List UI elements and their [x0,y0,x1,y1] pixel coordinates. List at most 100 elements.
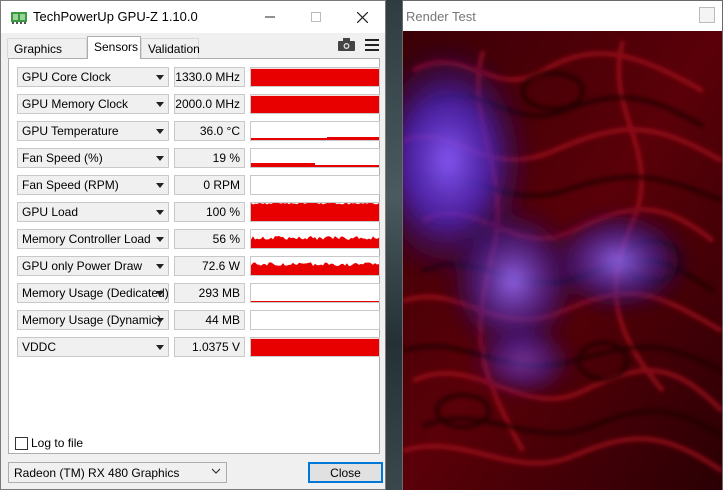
gpu-select-value: Radeon (TM) RX 480 Graphics [14,466,180,480]
sensor-name-dropdown[interactable]: GPU Temperature [17,121,169,141]
sensor-graph [250,94,380,114]
render-test-window: Render Test [402,0,723,490]
sensor-graph [250,202,380,222]
sensor-value: 56 % [174,229,245,249]
render-fur-image [403,31,722,490]
dropdown-arrow-icon [156,318,164,323]
sensor-graph-fill [251,301,379,302]
sensor-graph [250,67,380,87]
gpuz-titlebar[interactable]: TechPowerUp GPU-Z 1.10.0 [1,1,385,33]
sensor-name-label: GPU only Power Draw [22,259,143,273]
render-titlebar[interactable]: Render Test [403,1,722,31]
sensor-name-dropdown[interactable]: VDDC [17,337,169,357]
sensor-value: 293 MB [174,283,245,303]
tab-sensors[interactable]: Sensors [87,36,141,59]
sensor-graph-plot [251,203,379,221]
chevron-down-icon [211,468,221,474]
sensor-name-dropdown[interactable]: GPU Memory Clock [17,94,169,114]
gpuz-window: TechPowerUp GPU-Z 1.10.0 Graphics Card S… [0,0,386,490]
log-to-file-checkbox[interactable] [15,437,28,450]
dropdown-arrow-icon [156,102,164,107]
sensor-value: 19 % [174,148,245,168]
sensor-graph-fill [251,68,379,86]
render-close-button[interactable] [699,7,715,23]
menu-icon[interactable] [365,39,379,51]
sensor-value: 44 MB [174,310,245,330]
sensor-graph-fill [251,338,379,356]
tab-validation[interactable]: Validation [141,38,200,58]
sensor-name-label: GPU Memory Clock [22,97,129,111]
window-close-button[interactable] [339,1,385,33]
sensor-graph [250,148,380,168]
sensor-graph [250,121,380,141]
sensor-name-label: GPU Core Clock [22,70,111,84]
dropdown-arrow-icon [156,129,164,134]
camera-icon[interactable] [338,38,355,51]
sensor-value: 36.0 °C [174,121,245,141]
sensor-name-label: VDDC [22,340,57,354]
render-window-title: Render Test [406,9,476,24]
sensor-graph-fill [251,262,379,275]
sensor-graph-plot [251,235,379,248]
sensor-graph [250,229,380,249]
sensor-name-label: Memory Controller Load [22,232,151,246]
sensor-value: 2000.0 MHz [174,94,245,114]
sensor-name-label: GPU Load [22,205,79,219]
sensor-value: 1.0375 V [174,337,245,357]
sensor-graph-plot [251,137,379,140]
sensor-graph-plot [251,176,379,194]
dropdown-arrow-icon [156,156,164,161]
minimize-button[interactable] [247,1,293,33]
sensor-graph [250,175,380,195]
sensor-value: 0 RPM [174,175,245,195]
log-to-file-label: Log to file [31,436,84,450]
sensor-name-dropdown[interactable]: Memory Usage (Dedicated) [17,283,169,303]
maximize-button[interactable] [293,1,339,33]
desktop-background [385,0,403,490]
sensor-value: 100 % [174,202,245,222]
sensor-graph-plot [251,311,379,329]
sensor-name-label: GPU Temperature [22,124,119,138]
gpu-select-dropdown[interactable]: Radeon (TM) RX 480 Graphics [8,462,227,483]
sensor-graph-plot [251,262,379,275]
render-canvas [403,31,722,490]
sensor-name-dropdown[interactable]: GPU Core Clock [17,67,169,87]
dropdown-arrow-icon [156,264,164,269]
dropdown-arrow-icon [156,183,164,188]
minimize-icon [265,16,275,18]
dropdown-arrow-icon [156,210,164,215]
dropdown-arrow-icon [156,75,164,80]
sensor-graph-fill [251,203,379,221]
sensor-graph [250,256,380,276]
window-title: TechPowerUp GPU-Z 1.10.0 [33,9,198,24]
sensor-graph-plot [251,95,379,113]
sensor-value: 1330.0 MHz [174,67,245,87]
sensor-graph [250,310,380,330]
sensor-graph-fill [251,137,379,140]
sensors-panel: GPU Core Clock 1330.0 MHz GPU Memory Clock… [8,58,380,454]
sensor-value: 72.6 W [174,256,245,276]
sensor-graph-fill [251,163,379,167]
dropdown-arrow-icon [156,345,164,350]
maximize-icon [311,12,321,22]
sensor-name-dropdown[interactable]: Memory Usage (Dynamic) [17,310,169,330]
sensor-name-dropdown[interactable]: Memory Controller Load [17,229,169,249]
sensor-name-dropdown[interactable]: GPU only Power Draw [17,256,169,276]
sensor-name-dropdown[interactable]: GPU Load [17,202,169,222]
dropdown-arrow-icon [156,291,164,296]
dropdown-arrow-icon [156,237,164,242]
sensor-graph-fill [251,235,379,248]
gpuz-app-icon [11,12,27,24]
close-icon [356,11,368,23]
close-button[interactable]: Close [308,462,383,483]
sensor-graph-plot [251,338,379,356]
sensor-name-dropdown[interactable]: Fan Speed (%) [17,148,169,168]
sensor-graph-fill [251,95,379,113]
sensor-graph [250,337,380,357]
sensor-name-label: Fan Speed (%) [22,151,103,165]
tab-graphics-card[interactable]: Graphics Card [7,38,87,70]
sensor-name-label: Memory Usage (Dynamic) [22,313,162,327]
sensor-name-label: Memory Usage (Dedicated) [22,286,169,300]
sensor-name-dropdown[interactable]: Fan Speed (RPM) [17,175,169,195]
sensor-graph-plot [251,68,379,86]
